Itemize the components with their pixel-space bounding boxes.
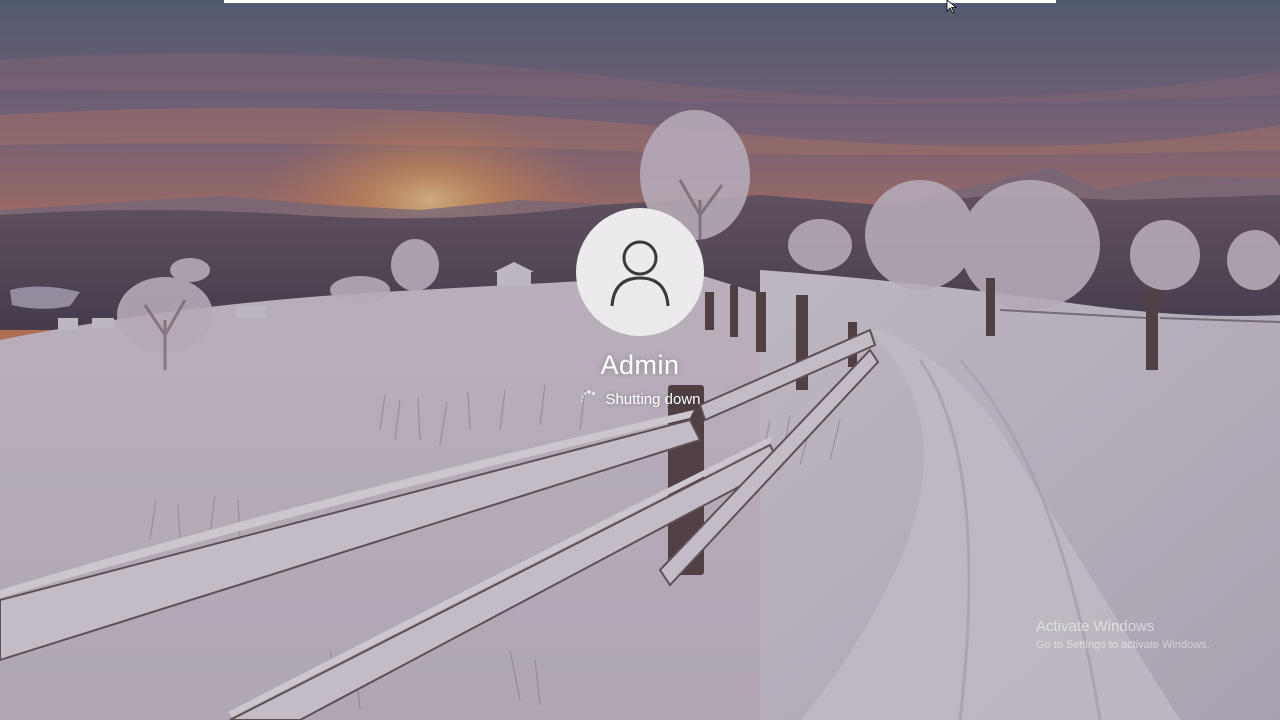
watermark-title: Activate Windows — [1036, 618, 1155, 635]
mouse-cursor-icon — [946, 0, 958, 14]
lock-screen: Admin Shutting down Activate Windows Go … — [0, 0, 1280, 720]
user-silhouette-icon — [610, 240, 670, 307]
user-avatar — [576, 208, 704, 336]
watermark-subtitle: Go to Settings to activate Windows. — [1036, 639, 1210, 651]
activate-windows-watermark: Activate Windows Go to Settings to activ… — [1036, 618, 1210, 651]
user-name: Admin — [600, 350, 680, 380]
status-text: Shutting down — [605, 390, 701, 408]
top-progress-bar — [224, 0, 1056, 3]
loading-spinner-icon — [581, 390, 596, 403]
login-panel: Admin Shutting down — [540, 208, 740, 409]
shutdown-status: Shutting down — [540, 389, 740, 409]
